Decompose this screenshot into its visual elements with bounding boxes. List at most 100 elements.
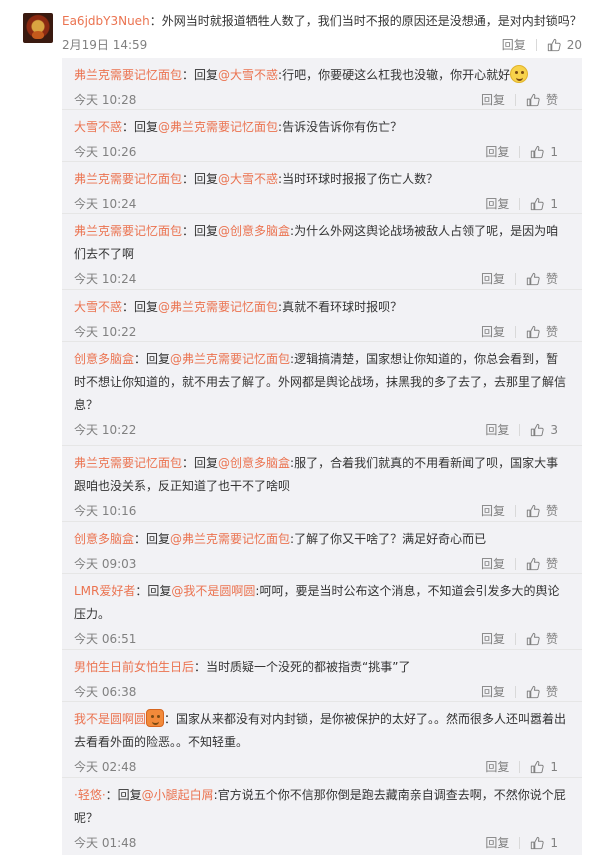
- reply-username[interactable]: 我不是圆啊圆: [74, 712, 146, 726]
- reply-actions: 回复 赞: [481, 89, 558, 111]
- reply-line: 弗兰克需要记忆面包：回复@大雪不惑:行吧，你要硬这么杠我也没辙，你开心就好: [74, 64, 570, 87]
- like-count: 赞: [545, 557, 558, 571]
- like-button[interactable]: 1: [530, 756, 558, 778]
- like-button[interactable]: 赞: [526, 500, 558, 522]
- thumbs-up-icon: [531, 423, 544, 437]
- like-button[interactable]: 赞: [526, 628, 558, 650]
- action-divider: [514, 633, 516, 645]
- reply-username[interactable]: 男怕生日前女怕生日后: [74, 660, 194, 674]
- reply-actions: 回复 1: [485, 832, 558, 854]
- reply-text: :告诉没告诉你有伤亡？: [278, 120, 403, 134]
- mention-link[interactable]: @大雪不惑: [218, 172, 278, 186]
- reply-button[interactable]: 回复: [485, 193, 509, 215]
- reply-meta: 今天 06:51 回复 赞: [74, 628, 570, 650]
- reply-time: 今天 10:28: [74, 93, 137, 107]
- reply-meta: 今天 09:03 回复 赞: [74, 553, 570, 575]
- reply-username[interactable]: 弗兰克需要记忆面包: [74, 172, 182, 186]
- action-divider: [519, 146, 521, 158]
- reply-button[interactable]: 回复: [485, 419, 509, 441]
- like-button[interactable]: 1: [530, 141, 558, 163]
- reply-line: 弗兰克需要记忆面包：回复@大雪不惑:当时环球时报报了伤亡人数？: [74, 168, 570, 191]
- reply-meta: 今天 10:16 回复 赞: [74, 500, 570, 522]
- smile-emoji-icon: [510, 65, 529, 83]
- action-divider: [514, 505, 516, 517]
- action-divider: [519, 424, 521, 436]
- mention-link[interactable]: @创意多脑盒: [218, 224, 290, 238]
- reply-meta: 今天 10:22 回复 3: [74, 419, 570, 441]
- reply-prefix: ：回复: [182, 224, 219, 238]
- reply-actions: 回复 赞: [481, 681, 558, 703]
- thumbs-up-icon: [526, 272, 540, 286]
- reply-button[interactable]: 回复: [481, 321, 505, 343]
- reply-username[interactable]: LMR爱好者: [74, 584, 135, 598]
- like-button[interactable]: 赞: [526, 268, 558, 290]
- like-count: 1: [550, 760, 558, 774]
- mention-link[interactable]: @我不是圆啊圆: [171, 584, 255, 598]
- mention-link[interactable]: @弗兰克需要记忆面包: [170, 352, 290, 366]
- reply-username[interactable]: 创意多脑盒: [74, 532, 134, 546]
- reply-username[interactable]: ·轻悠·: [74, 788, 106, 802]
- reply-username[interactable]: 弗兰克需要记忆面包: [74, 224, 182, 238]
- reply-username[interactable]: 弗兰克需要记忆面包: [74, 456, 182, 470]
- reply-button[interactable]: 回复: [485, 756, 509, 778]
- mention-link[interactable]: @大雪不惑: [218, 68, 278, 82]
- reply-button[interactable]: 回复: [502, 34, 526, 56]
- comment-username[interactable]: Ea6jdbY3Nueh: [62, 14, 150, 28]
- reply-actions: 回复 赞: [481, 268, 558, 290]
- reply-username[interactable]: 创意多脑盒: [74, 352, 134, 366]
- reply-time: 今天 10:24: [74, 197, 137, 211]
- like-count: 赞: [545, 272, 558, 286]
- like-button[interactable]: 赞: [526, 321, 558, 343]
- reply-text: :真就不看环球时报呗？: [278, 300, 403, 314]
- action-divider: [519, 198, 521, 210]
- reply-button[interactable]: 回复: [485, 832, 509, 854]
- thumbs-up-icon: [526, 93, 540, 107]
- comment-time: 2月19日 14:59: [62, 38, 148, 52]
- reply-text: :当时环球时报报了伤亡人数？: [278, 172, 439, 186]
- like-button[interactable]: 赞: [526, 89, 558, 111]
- reply-item: 弗兰克需要记忆面包：回复@创意多脑盒:服了，合着我们就真的不用看新闻了呗，国家大…: [62, 446, 582, 522]
- reply-username[interactable]: 弗兰克需要记忆面包: [74, 68, 182, 82]
- reply-button[interactable]: 回复: [481, 553, 505, 575]
- reply-time: 今天 06:38: [74, 685, 137, 699]
- mention-link[interactable]: @弗兰克需要记忆面包: [170, 532, 290, 546]
- reply-username[interactable]: 大雪不惑: [74, 300, 122, 314]
- reply-line: LMR爱好者：回复@我不是圆啊圆:呵呵，要是当时公布这个消息，不知道会引发多大的…: [74, 580, 570, 626]
- like-button[interactable]: 3: [530, 419, 558, 441]
- mention-link[interactable]: @小腿起白屑: [142, 788, 214, 802]
- reply-button[interactable]: 回复: [481, 89, 505, 111]
- reply-button[interactable]: 回复: [485, 141, 509, 163]
- reply-item: 弗兰克需要记忆面包：回复@创意多脑盒:为什么外网这舆论战场被敌人占领了呢，是因为…: [62, 214, 582, 290]
- like-button[interactable]: 1: [530, 832, 558, 854]
- reply-button[interactable]: 回复: [481, 268, 505, 290]
- reply-meta: 今天 10:28 回复 赞: [74, 89, 570, 111]
- like-button[interactable]: 赞: [526, 681, 558, 703]
- like-count: 1: [550, 145, 558, 159]
- mention-link[interactable]: @弗兰克需要记忆面包: [158, 120, 278, 134]
- reply-button[interactable]: 回复: [481, 628, 505, 650]
- like-button[interactable]: 赞: [526, 553, 558, 575]
- reply-button[interactable]: 回复: [481, 681, 505, 703]
- reply-actions: 回复 3: [485, 419, 558, 441]
- reply-actions: 回复 1: [485, 193, 558, 215]
- reply-line: 创意多脑盒：回复@弗兰克需要记忆面包:逻辑搞清楚，国家想让你知道的，你总会看到，…: [74, 348, 570, 417]
- reply-actions: 回复 1: [485, 141, 558, 163]
- reply-item: 大雪不惑：回复@弗兰克需要记忆面包:真就不看环球时报呗？ 今天 10:22 回复 赞: [62, 290, 582, 342]
- mention-link[interactable]: @创意多脑盒: [218, 456, 290, 470]
- reply-meta: 今天 06:38 回复 赞: [74, 681, 570, 703]
- avatar[interactable]: [23, 13, 53, 43]
- like-count: 赞: [545, 93, 558, 107]
- reply-line: 弗兰克需要记忆面包：回复@创意多脑盒:服了，合着我们就真的不用看新闻了呗，国家大…: [74, 452, 570, 498]
- reply-meta: 今天 10:24 回复 1: [74, 193, 570, 215]
- comment-separator: ：: [149, 14, 162, 28]
- mention-link[interactable]: @弗兰克需要记忆面包: [158, 300, 278, 314]
- reply-button[interactable]: 回复: [481, 500, 505, 522]
- reply-username[interactable]: 大雪不惑: [74, 120, 122, 134]
- like-button[interactable]: 20: [547, 34, 582, 56]
- like-button[interactable]: 1: [530, 193, 558, 215]
- reply-time: 今天 10:26: [74, 145, 137, 159]
- reply-line: 大雪不惑：回复@弗兰克需要记忆面包:告诉没告诉你有伤亡？: [74, 116, 570, 139]
- action-divider: [519, 837, 521, 849]
- reply-meta: 今天 01:48 回复 1: [74, 832, 570, 854]
- reply-item: 大雪不惑：回复@弗兰克需要记忆面包:告诉没告诉你有伤亡？ 今天 10:26 回复 1: [62, 110, 582, 162]
